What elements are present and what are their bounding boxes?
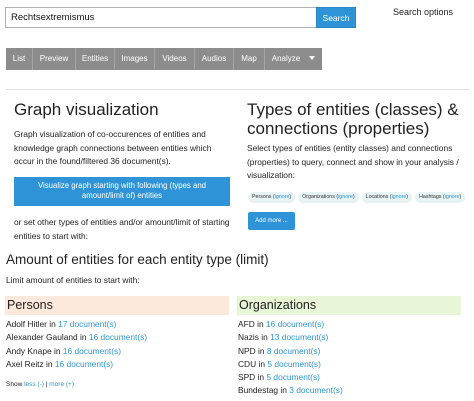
persons-list: Adolf Hitler in 17 document(s) Alexander… <box>6 318 147 371</box>
document-count-link[interactable]: 17 document(s) <box>58 319 116 329</box>
document-count-link[interactable]: 5 document(s) <box>267 359 321 369</box>
entity-name: AFD <box>238 319 255 329</box>
chevron-down-icon <box>309 55 316 60</box>
chip-label: Hashtags <box>419 194 442 200</box>
chip-ignore-link[interactable]: ignore <box>275 194 290 200</box>
connector: in <box>257 372 265 383</box>
connector: in <box>258 358 266 369</box>
connector: in <box>80 332 87 343</box>
types-description-line: Select types of entities (entity classes… <box>247 143 453 153</box>
graph-alt-line: entities to start with: <box>14 230 89 241</box>
search-input[interactable] <box>5 7 316 28</box>
document-count-link[interactable]: 16 document(s) <box>89 332 147 342</box>
separator: | <box>45 381 48 388</box>
entity-name: Andy Knape <box>6 345 52 356</box>
types-title: Types of entities (classes) & connection… <box>247 100 459 138</box>
show-label: Show <box>6 381 23 388</box>
view-tabs: List Preview Entities Images Videos Audi… <box>6 48 322 70</box>
tab-audios[interactable]: Audios <box>195 48 234 70</box>
show-less-link[interactable]: less (-) <box>24 381 44 388</box>
connector: in <box>53 345 61 356</box>
connector: in <box>49 319 56 329</box>
types-description: Select types of entities (entity classes… <box>247 142 473 183</box>
tab-images[interactable]: Images <box>115 48 155 70</box>
types-title-line: connections (properties) <box>247 119 430 138</box>
list-item: Adolf Hitler in 17 document(s) <box>6 318 147 331</box>
chip-organizations[interactable]: Organizations (ignore) <box>298 192 359 203</box>
chip-label: Locations <box>365 194 389 200</box>
list-item: NPD in 8 document(s) <box>238 345 343 358</box>
graph-description-line: Graph visualization of co-occurences of … <box>14 129 206 139</box>
list-item: Andy Knape in 16 document(s) <box>6 345 147 358</box>
graph-alternative-text: or set other types of entities and/or am… <box>14 216 240 243</box>
document-count-link[interactable]: 5 document(s) <box>266 372 320 382</box>
list-item: Axel Reitz in 16 document(s) <box>6 358 147 371</box>
list-item: Alexander Gauland in 16 document(s) <box>6 331 147 344</box>
divider <box>6 89 470 90</box>
entity-name: SPD <box>238 372 256 383</box>
chip-ignore-link[interactable]: ignore <box>445 194 460 200</box>
amount-subtitle: Limit amount of entities to start with: <box>6 275 140 285</box>
chip-hashtags[interactable]: Hashtags (ignore) <box>415 192 466 203</box>
entity-name: Bundestag <box>238 385 279 396</box>
graph-description: Graph visualization of co-occurences of … <box>14 128 236 169</box>
entity-name: CDU <box>238 358 257 369</box>
tab-analyze[interactable]: Analyze <box>265 48 322 70</box>
document-count-link[interactable]: 16 document(s) <box>55 359 113 369</box>
list-item: AFD in 16 document(s) <box>238 318 343 331</box>
list-item: SPD in 5 document(s) <box>238 371 343 384</box>
tab-preview[interactable]: Preview <box>33 48 76 70</box>
amount-title: Amount of entities for each entity type … <box>6 252 269 267</box>
entity-name: Adolf Hitler <box>6 319 47 329</box>
visualize-graph-button-line: Visualize graph starting with following … <box>37 181 206 190</box>
tab-entities[interactable]: Entities <box>76 48 115 70</box>
entity-name: Axel Reitz <box>6 358 44 369</box>
graph-alt-line: or set other types of entities and/or am… <box>14 217 230 227</box>
connector: in <box>46 358 53 369</box>
tab-videos[interactable]: Videos <box>155 48 195 70</box>
tab-analyze-label: Analyze <box>271 54 301 63</box>
types-title-line: Types of entities (classes) & <box>247 100 459 119</box>
chip-locations[interactable]: Locations (ignore) <box>361 192 413 203</box>
organizations-header: Organizations <box>237 296 461 315</box>
tab-list[interactable]: List <box>6 48 33 70</box>
connector: in <box>280 385 287 396</box>
document-count-link[interactable]: 16 document(s) <box>63 346 121 356</box>
document-count-link[interactable]: 3 document(s) <box>289 385 343 395</box>
show-more-link[interactable]: more (+) <box>49 381 74 388</box>
visualize-graph-button[interactable]: Visualize graph starting with following … <box>14 177 230 206</box>
chip-persons[interactable]: Persons (ignore) <box>248 192 296 203</box>
organizations-list: AFD in 16 document(s) Nazis in 13 docume… <box>238 318 343 398</box>
list-item: Nazis in 13 document(s) <box>238 331 343 344</box>
graph-title: Graph visualization <box>14 100 159 119</box>
document-count-link[interactable]: 16 document(s) <box>266 319 324 329</box>
document-count-link[interactable]: 8 document(s) <box>267 346 321 356</box>
list-item: Bundestag in 3 document(s) <box>238 384 343 397</box>
search-options-link[interactable]: Search options <box>393 7 453 17</box>
list-item: CDU in 5 document(s) <box>238 358 343 371</box>
show-more-less: Show less (-) | more (+) <box>6 381 74 388</box>
connector: in <box>258 345 265 356</box>
types-description-line: (properties) to query, connect and show … <box>247 156 459 167</box>
entity-name: Nazis <box>238 332 259 343</box>
search-button[interactable]: Search <box>316 7 356 28</box>
entity-name: Alexander Gauland <box>6 332 78 343</box>
visualize-graph-button-line: amount/limit of) entities <box>81 191 163 200</box>
document-count-link[interactable]: 13 document(s) <box>270 332 328 342</box>
chip-ignore-link[interactable]: ignore <box>338 194 353 200</box>
graph-description-line: occur in the found/filtered 36 document(… <box>14 156 171 166</box>
connector: in <box>257 319 264 329</box>
tab-map[interactable]: Map <box>234 48 265 70</box>
connector: in <box>261 332 268 343</box>
add-more-button[interactable]: Add more ... <box>248 212 295 230</box>
entity-type-chips: Persons (ignore) Organizations (ignore) … <box>248 192 468 203</box>
chip-ignore-link[interactable]: ignore <box>392 194 407 200</box>
types-description-line: visualization: <box>247 170 295 180</box>
chip-label: Organizations <box>302 194 335 200</box>
graph-description-line: knowledge graph connections between enti… <box>14 142 212 153</box>
entity-name: NPD <box>238 345 256 356</box>
persons-header: Persons <box>5 296 229 315</box>
chip-label: Persons <box>252 194 272 200</box>
